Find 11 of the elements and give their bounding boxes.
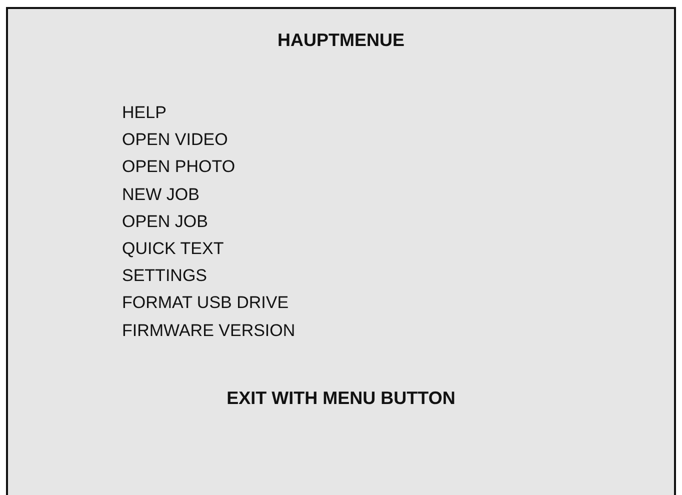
menu-item[interactable]: OPEN PHOTO — [122, 153, 236, 181]
menu-title: HAUPTMENUE — [277, 30, 404, 51]
footer-hint: EXIT WITH MENU BUTTON — [226, 388, 456, 409]
menu-item[interactable]: QUICK TEXT — [122, 235, 224, 262]
menu-item[interactable]: NEW JOB — [122, 180, 200, 208]
menu-item[interactable]: HELP — [122, 99, 166, 126]
menu-item[interactable]: SETTINGS — [122, 262, 208, 290]
menu-item[interactable]: FORMAT USB DRIVE — [122, 289, 289, 317]
menu-item[interactable]: OPEN VIDEO — [122, 126, 228, 154]
menu-item[interactable]: FIRMWARE VERSION — [122, 316, 296, 344]
menu-item[interactable]: OPEN JOB — [122, 208, 208, 236]
